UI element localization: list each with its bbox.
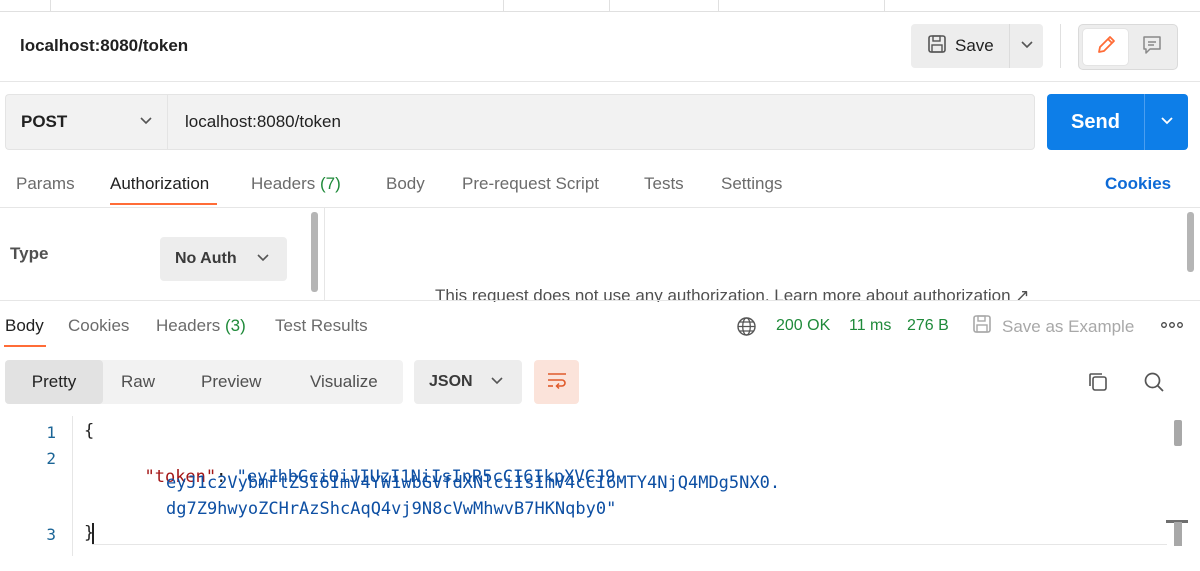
text-cursor xyxy=(92,523,94,545)
active-tab-indicator xyxy=(110,203,217,205)
method-label: POST xyxy=(21,112,68,131)
method-select[interactable]: POST xyxy=(5,94,167,150)
view-mode-group: Pretty Raw Preview Visualize xyxy=(5,360,403,404)
edit-mode-button[interactable] xyxy=(1083,29,1128,65)
save-icon xyxy=(927,34,947,59)
chevron-down-icon xyxy=(256,250,270,269)
wrap-lines-button[interactable] xyxy=(534,360,579,404)
tab-test-results[interactable]: Test Results xyxy=(275,316,368,336)
chevron-down-icon xyxy=(139,112,153,132)
tab-headers[interactable]: Headers (7) xyxy=(251,174,341,194)
cookies-link[interactable]: Cookies xyxy=(1105,174,1171,194)
comment-icon xyxy=(1141,34,1163,61)
scrollbar[interactable] xyxy=(311,212,318,292)
comments-button[interactable] xyxy=(1129,29,1175,65)
json-value-part: dg7Z9hwyoZCHrAzShcAqQ4vj9N8cVwMhwvB7HKNq… xyxy=(166,499,617,519)
header-divider xyxy=(1060,24,1061,68)
view-pretty-button[interactable]: Pretty xyxy=(5,360,103,404)
chevron-down-icon xyxy=(1160,113,1174,132)
tab-authorization[interactable]: Authorization xyxy=(110,174,209,194)
save-button[interactable]: Save xyxy=(911,24,1008,68)
scrollbar[interactable] xyxy=(1187,212,1194,272)
view-mode-toggle xyxy=(1078,24,1178,70)
send-options-button[interactable] xyxy=(1144,94,1188,150)
divider xyxy=(0,300,1200,301)
gutter-divider xyxy=(72,416,73,556)
auth-type-value: No Auth xyxy=(175,250,237,267)
save-as-example-label: Save as Example xyxy=(1002,316,1135,336)
chevron-down-icon xyxy=(1020,37,1034,56)
tab-strip xyxy=(0,0,1200,12)
format-select[interactable]: JSON xyxy=(414,360,522,404)
pencil-icon xyxy=(1095,34,1117,61)
open-brace: { xyxy=(84,421,95,441)
tab-tests[interactable]: Tests xyxy=(644,174,684,194)
globe-icon[interactable] xyxy=(736,316,757,342)
response-time[interactable]: 11 ms xyxy=(849,317,891,335)
json-value-part: eyJ1c2VybmFtZSI6ImV4YW1wbGVfdXNlciIsImV4… xyxy=(166,473,781,493)
view-visualize-button[interactable]: Visualize xyxy=(310,360,378,404)
more-options-icon[interactable] xyxy=(1160,318,1184,337)
wrap-lines-icon xyxy=(546,370,568,395)
tab-response-headers-label: Headers xyxy=(156,316,221,335)
tab-headers-label: Headers xyxy=(251,174,316,193)
pane-divider xyxy=(324,208,325,300)
active-line-border xyxy=(92,544,1167,545)
format-value: JSON xyxy=(429,373,473,390)
auth-type-label: Type xyxy=(10,244,49,263)
view-preview-button[interactable]: Preview xyxy=(201,360,261,404)
response-headers-count: (3) xyxy=(225,316,246,335)
tab-response-body[interactable]: Body xyxy=(5,316,44,336)
response-size[interactable]: 276 B xyxy=(907,317,949,335)
line-number: 2 xyxy=(46,449,56,468)
tab-response-headers[interactable]: Headers (3) xyxy=(156,316,246,336)
line-number: 3 xyxy=(46,525,56,544)
line-number: 1 xyxy=(46,423,56,442)
tab-body[interactable]: Body xyxy=(386,174,425,194)
divider xyxy=(0,81,1200,82)
headers-count: (7) xyxy=(320,174,341,193)
tab-response-cookies[interactable]: Cookies xyxy=(68,316,129,336)
view-raw-button[interactable]: Raw xyxy=(121,360,155,404)
save-icon xyxy=(972,314,992,339)
tab-settings[interactable]: Settings xyxy=(721,174,782,194)
send-group: Send xyxy=(1047,94,1188,150)
scrollbar[interactable] xyxy=(1174,522,1182,546)
save-group: Save xyxy=(911,24,1043,68)
save-options-button[interactable] xyxy=(1009,24,1043,68)
tab-prerequest-script[interactable]: Pre-request Script xyxy=(462,174,599,194)
save-as-example-button[interactable]: Save as Example xyxy=(972,314,1134,339)
save-label: Save xyxy=(955,36,994,55)
search-icon[interactable] xyxy=(1142,370,1166,399)
divider xyxy=(0,207,1200,208)
send-button[interactable]: Send xyxy=(1047,94,1144,150)
auth-type-select[interactable]: No Auth xyxy=(160,237,287,281)
chevron-down-icon xyxy=(490,373,504,392)
request-title: localhost:8080/token xyxy=(20,36,189,55)
copy-icon[interactable] xyxy=(1086,370,1110,399)
url-input[interactable]: localhost:8080/token xyxy=(167,94,1035,150)
status-code[interactable]: 200 OK xyxy=(776,317,830,335)
active-tab-indicator xyxy=(4,345,46,347)
tab-params[interactable]: Params xyxy=(16,174,75,194)
scrollbar[interactable] xyxy=(1174,420,1182,446)
